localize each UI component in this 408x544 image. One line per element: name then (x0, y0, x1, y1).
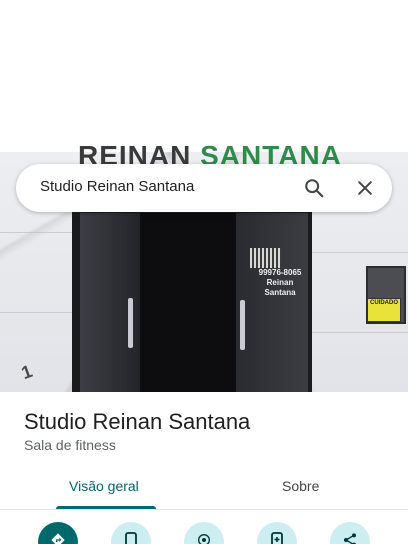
search-icon[interactable] (302, 176, 326, 200)
share-button[interactable] (330, 522, 370, 544)
door-sticker-phone: 99976-8065 (258, 268, 302, 277)
tab-bar: Visão geral Sobre (0, 466, 408, 510)
tile-seam (0, 232, 72, 233)
tile-seam (312, 332, 408, 333)
search-query-text[interactable]: Studio Reinan Santana (40, 178, 194, 195)
door-handle (240, 300, 245, 350)
tile-seam (312, 252, 408, 253)
active-tab-indicator (56, 506, 156, 509)
tile-seam (0, 312, 72, 313)
add-to-phone-icon (270, 532, 284, 544)
place-title: Studio Reinan Santana (24, 409, 251, 434)
vent-grille (250, 248, 282, 268)
door-center-panel (140, 213, 236, 392)
blank-top-area (0, 0, 408, 152)
close-icon[interactable] (353, 176, 377, 200)
directions-icon (50, 532, 66, 544)
tab-about[interactable]: Sobre (282, 478, 319, 494)
call-button[interactable] (111, 522, 151, 544)
nearby-button[interactable] (184, 522, 224, 544)
phone-icon (124, 532, 138, 544)
door-sticker-name: Reinan Santana (264, 278, 296, 297)
directions-button[interactable] (38, 522, 78, 544)
send-to-phone-button[interactable] (257, 522, 297, 544)
door-sticker: 99976-8065 Reinan Santana (252, 268, 308, 298)
location-pin-icon (196, 532, 212, 544)
door-handle (128, 298, 133, 348)
search-bar[interactable]: Studio Reinan Santana (16, 164, 392, 212)
place-category: Sala de fitness (24, 437, 116, 453)
warning-sticker: CUIDADO (367, 298, 401, 322)
door-right-panel (236, 213, 308, 392)
warning-sticker-text: CUIDADO (370, 300, 398, 306)
share-icon (342, 532, 358, 544)
tab-overview[interactable]: Visão geral (69, 478, 139, 494)
